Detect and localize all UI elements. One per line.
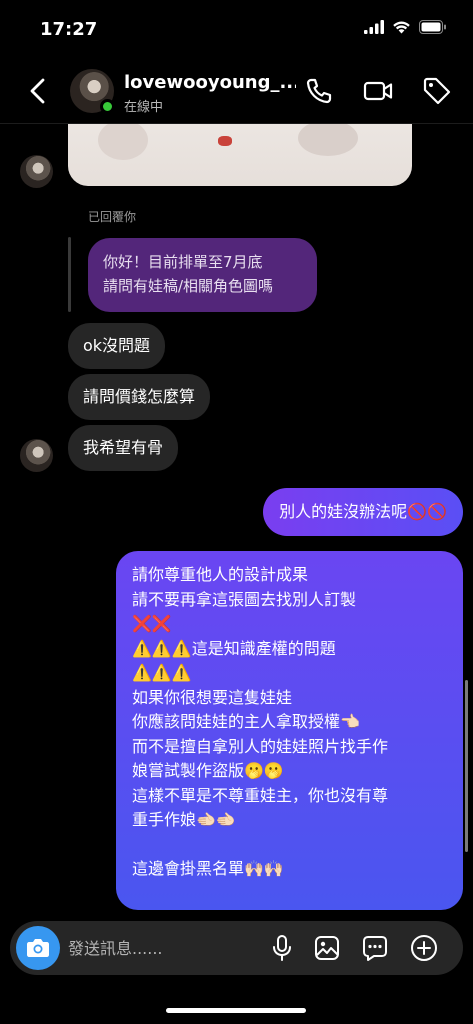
- outgoing-message[interactable]: 請你尊重他人的設計成果 請不要再拿這張圖去找別人訂製 ❌❌ ⚠️⚠️⚠️這是知識…: [116, 551, 463, 910]
- gallery-icon[interactable]: [312, 933, 342, 963]
- message-line: ⚠️⚠️⚠️這是知識產權的問題: [132, 638, 336, 658]
- battery-icon: [419, 20, 446, 34]
- camera-icon: [27, 939, 49, 957]
- message-line: 而不是擅自拿別人的娃娃照片找手作: [132, 736, 389, 756]
- incoming-message[interactable]: 我希望有骨: [68, 425, 179, 471]
- message-line: ⚠️⚠️⚠️: [132, 663, 192, 682]
- quoted-line: 你好！目前排單至7月底: [103, 253, 263, 271]
- contact-online-status: 在線中: [124, 100, 164, 115]
- sender-avatar[interactable]: [20, 155, 53, 188]
- wifi-icon: [393, 21, 410, 34]
- shared-image-message[interactable]: [68, 124, 412, 186]
- message-input[interactable]: [68, 921, 258, 975]
- incoming-message[interactable]: 請問價錢怎麼算: [68, 374, 211, 420]
- phone-icon[interactable]: [303, 75, 335, 107]
- status-bar: 17:27: [0, 0, 473, 58]
- image-content: [298, 124, 358, 156]
- quoted-message-bubble[interactable]: 你好！目前排單至7月底 請問有娃稿/相關角色圖嗎: [88, 238, 317, 312]
- message-composer: [10, 921, 463, 975]
- message-thread[interactable]: 已回覆你 你好！目前排單至7月底 請問有娃稿/相關角色圖嗎 ok沒問題 請問價錢…: [0, 124, 473, 924]
- status-icons: [364, 20, 447, 34]
- incoming-message[interactable]: ok沒問題: [68, 323, 166, 369]
- message-line: ❌❌: [132, 614, 172, 633]
- quoted-line: 請問有娃稿/相關角色圖嗎: [103, 277, 274, 295]
- contact-username[interactable]: lovewooyoung_...: [124, 72, 296, 93]
- back-chevron-icon[interactable]: [26, 76, 50, 106]
- message-line: 請你尊重他人的設計成果: [132, 565, 309, 584]
- sender-avatar[interactable]: [20, 439, 53, 472]
- online-status-dot: [100, 99, 115, 114]
- home-indicator[interactable]: [166, 1008, 306, 1013]
- video-camera-icon[interactable]: [362, 75, 394, 107]
- message-line: 這邊會掛黑名單🙌🏻🙌🏻: [132, 859, 284, 878]
- message-line: 你應該問娃娃的主人拿取授權👈🏻: [132, 712, 360, 731]
- message-line: 這樣不單是不尊重娃主，你也沒有尊: [132, 785, 389, 805]
- outgoing-message[interactable]: 別人的娃沒辦法呢🚫🚫: [263, 488, 463, 536]
- status-time: 17:27: [40, 19, 98, 40]
- scrollbar-thumb[interactable]: [465, 680, 468, 852]
- message-line: 娘嘗試製作盜版🫢🫢: [132, 761, 284, 780]
- reply-quote-bar: [68, 237, 71, 312]
- signal-icon: [364, 20, 384, 34]
- plus-icon[interactable]: [409, 933, 439, 963]
- chat-header: lovewooyoung_... 在線中: [0, 58, 473, 124]
- image-content: [98, 124, 148, 160]
- message-line: 重手作娘🫲🏻🫲🏻: [132, 810, 236, 829]
- reply-label: 已回覆你: [88, 210, 137, 224]
- camera-button[interactable]: [16, 926, 60, 970]
- tag-icon[interactable]: [421, 75, 453, 107]
- microphone-icon[interactable]: [267, 933, 297, 963]
- message-line: 如果你很想要這隻娃娃: [132, 687, 293, 707]
- sticker-icon[interactable]: [360, 933, 390, 963]
- message-line: 請不要再拿這張圖去找別人訂製: [132, 589, 357, 609]
- image-content: [218, 136, 232, 146]
